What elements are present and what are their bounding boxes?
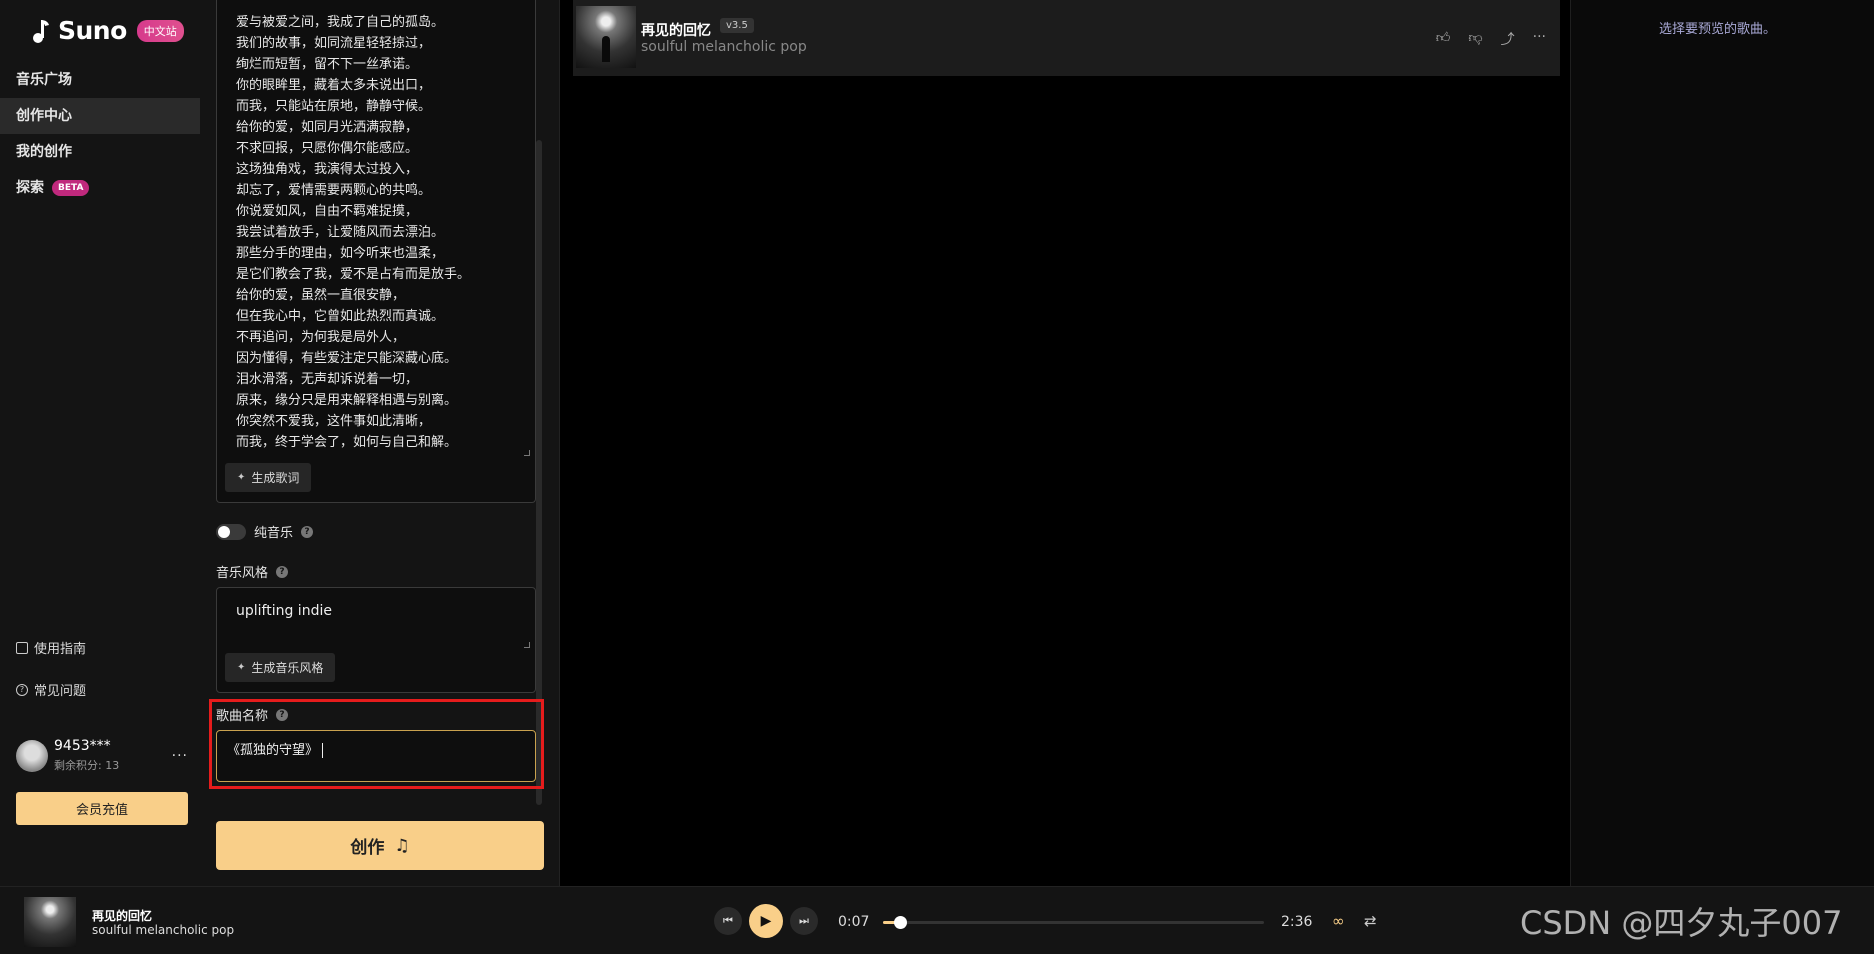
help-icon[interactable]: ? bbox=[301, 525, 314, 538]
skip-back-icon: ⏮ bbox=[723, 914, 733, 927]
lyrics-line: 爱与被爱之间，我成了自己的孤岛。 bbox=[236, 15, 445, 30]
lyrics-line: 不再追问，为何我是局外人， bbox=[236, 330, 406, 345]
style-textarea[interactable]: uplifting indie ✦ 生成音乐风格 bbox=[216, 587, 536, 693]
player-style: soulful melancholic pop bbox=[92, 923, 235, 937]
main-nav: 音乐广场 创作中心 我的创作 探索 BETA bbox=[0, 62, 200, 206]
guide-label: 使用指南 bbox=[34, 642, 87, 657]
lyrics-line: 泪水滑落，无声却诉说着一切， bbox=[236, 372, 419, 387]
lyrics-line: 这场独角戏，我演得太过投入， bbox=[236, 162, 419, 177]
generate-style-button[interactable]: ✦ 生成音乐风格 bbox=[225, 653, 336, 682]
help-icon[interactable]: ? bbox=[276, 565, 289, 578]
lyrics-textarea[interactable]: 爱与被爱之间，我成了自己的孤岛。 我们的故事，如同流星轻轻掠过， 绚烂而短暂，留不下… bbox=[216, 0, 536, 503]
create-label: 创作 bbox=[350, 838, 385, 858]
beta-badge: BETA bbox=[52, 180, 90, 196]
duration: 2:36 bbox=[1281, 914, 1313, 930]
suno-logo-icon bbox=[33, 19, 49, 43]
song-cover[interactable] bbox=[576, 6, 636, 68]
loop-icon[interactable]: ∞ bbox=[1332, 912, 1345, 930]
user-profile: 9453*** 剩余积分: 13 ··· bbox=[16, 738, 188, 773]
lyrics-content: 爱与被爱之间，我成了自己的孤岛。 我们的故事，如同流星轻轻掠过， 绚烂而短暂，留不下… bbox=[236, 12, 528, 453]
highlight-box bbox=[209, 699, 544, 789]
current-time: 0:07 bbox=[838, 914, 870, 930]
song-actions: 👍︎ 👎︎ ⤴ ··· bbox=[1436, 29, 1546, 49]
more-icon[interactable]: ··· bbox=[172, 748, 188, 764]
instrumental-toggle[interactable] bbox=[216, 523, 246, 540]
watermark: CSDN @四夕丸子007 bbox=[1520, 904, 1843, 942]
lyrics-line: 你说爱如风，自由不羁难捉摸， bbox=[236, 204, 419, 219]
resize-handle-icon[interactable] bbox=[524, 450, 530, 456]
progress-knob[interactable] bbox=[894, 916, 908, 929]
guide-link[interactable]: 使用指南 bbox=[16, 638, 86, 657]
nav-label: 我的创作 bbox=[16, 144, 72, 160]
sparkle-icon: ✦ bbox=[237, 472, 246, 483]
generate-lyrics-label: 生成歌词 bbox=[251, 471, 300, 485]
nav-item-my-creations[interactable]: 我的创作 bbox=[0, 134, 200, 170]
avatar[interactable] bbox=[16, 739, 48, 772]
next-button[interactable]: ⏭ bbox=[790, 907, 818, 935]
instrumental-row: 纯音乐 ? bbox=[216, 522, 314, 541]
lyrics-line: 却忘了，爱情需要两颗心的共鸣。 bbox=[236, 183, 432, 198]
song-title[interactable]: 再见的回忆 bbox=[641, 20, 711, 40]
nav-label: 音乐广场 bbox=[16, 72, 72, 88]
repeat-icon[interactable]: ⇄ bbox=[1364, 912, 1377, 930]
lyrics-line: 给你的爱，虽然一直很安静， bbox=[236, 288, 406, 303]
lyrics-line: 你的眼眸里，藏着太多未说出口， bbox=[236, 78, 432, 93]
lyrics-line: 我们的故事，如同流星轻轻掠过， bbox=[236, 36, 432, 51]
generate-style-label: 生成音乐风格 bbox=[251, 661, 324, 675]
previous-button[interactable]: ⏮ bbox=[714, 907, 742, 935]
progress-slider[interactable] bbox=[883, 916, 1264, 929]
book-icon bbox=[16, 641, 28, 654]
question-icon: ? bbox=[16, 683, 28, 696]
play-button[interactable]: ▶ bbox=[749, 904, 783, 938]
sidebar: Suno 中文站 音乐广场 创作中心 我的创作 探索 BETA 使用指南 ? 常见… bbox=[0, 0, 200, 886]
lyrics-line: 原来，缘分只是用来解释相遇与别离。 bbox=[236, 393, 458, 408]
player-cover[interactable] bbox=[24, 897, 76, 947]
nav-item-create-center[interactable]: 创作中心 bbox=[0, 98, 200, 134]
faq-label: 常见问题 bbox=[34, 684, 87, 699]
thumbs-up-icon[interactable]: 👍︎ bbox=[1436, 29, 1451, 49]
play-icon: ▶ bbox=[760, 913, 772, 929]
preview-panel: 选择要预览的歌曲。 bbox=[1570, 0, 1874, 886]
preview-hint: 选择要预览的歌曲。 bbox=[1659, 22, 1777, 37]
nav-label: 探索 bbox=[16, 180, 44, 196]
lyrics-line: 是它们教会了我，爱不是占有而是放手。 bbox=[236, 267, 471, 282]
app-name: Suno bbox=[58, 16, 127, 45]
thumbs-down-icon[interactable]: 👎︎ bbox=[1468, 29, 1482, 49]
style-value: uplifting indie bbox=[236, 603, 332, 619]
nav-item-explore[interactable]: 探索 BETA bbox=[0, 170, 200, 206]
lyrics-line: 而我，终于学会了，如何与自己和解。 bbox=[236, 435, 458, 450]
share-icon[interactable]: ⤴ bbox=[1501, 29, 1515, 49]
lyrics-line: 那些分手的理由，如今听来也温柔， bbox=[236, 246, 445, 261]
user-name: 9453*** bbox=[54, 738, 111, 754]
lyrics-line: 不求回报，只愿你偶尔能感应。 bbox=[236, 141, 419, 156]
resize-handle-icon[interactable] bbox=[524, 642, 530, 648]
nav-item-music-plaza[interactable]: 音乐广场 bbox=[0, 62, 200, 98]
site-badge: 中文站 bbox=[136, 19, 184, 42]
lyrics-line: 因为懂得，有些爱注定只能深藏心底。 bbox=[236, 351, 458, 366]
more-icon[interactable]: ··· bbox=[1533, 29, 1546, 49]
song-style: soulful melancholic pop bbox=[641, 39, 807, 55]
version-badge: v3.5 bbox=[720, 18, 754, 33]
style-label: 音乐风格 bbox=[216, 566, 269, 581]
nav-label: 创作中心 bbox=[16, 108, 72, 124]
logo[interactable]: Suno 中文站 bbox=[32, 16, 184, 45]
lyrics-line: 但在我心中，它曾如此热烈而真诚。 bbox=[236, 309, 445, 324]
lyrics-line: 绚烂而短暂，留不下一丝承诺。 bbox=[236, 57, 419, 72]
sparkle-icon: ✦ bbox=[237, 662, 246, 673]
instrumental-label: 纯音乐 bbox=[254, 526, 294, 541]
create-button[interactable]: 创作 ♫ bbox=[216, 821, 544, 870]
lyrics-line: 而我，只能站在原地，静静守候。 bbox=[236, 99, 432, 114]
style-label-row: 音乐风格 ? bbox=[216, 562, 289, 581]
song-card[interactable]: 再见的回忆 v3.5 soulful melancholic pop 👍︎ 👎︎… bbox=[573, 0, 1560, 76]
lyrics-line: 我尝试着放手，让爱随风而去漂泊。 bbox=[236, 225, 445, 240]
faq-link[interactable]: ? 常见问题 bbox=[16, 680, 86, 699]
music-note-icon: ♫ bbox=[394, 835, 410, 856]
user-credits: 剩余积分: 13 bbox=[54, 759, 120, 772]
generate-lyrics-button[interactable]: ✦ 生成歌词 bbox=[225, 463, 312, 492]
skip-forward-icon: ⏭ bbox=[799, 914, 809, 927]
lyrics-line: 你突然不爱我，这件事如此清晰， bbox=[236, 414, 432, 429]
lyrics-line: 给你的爱，如同月光洒满寂静， bbox=[236, 120, 419, 135]
player-title[interactable]: 再见的回忆 bbox=[92, 907, 152, 924]
recharge-button[interactable]: 会员充值 bbox=[16, 792, 188, 825]
